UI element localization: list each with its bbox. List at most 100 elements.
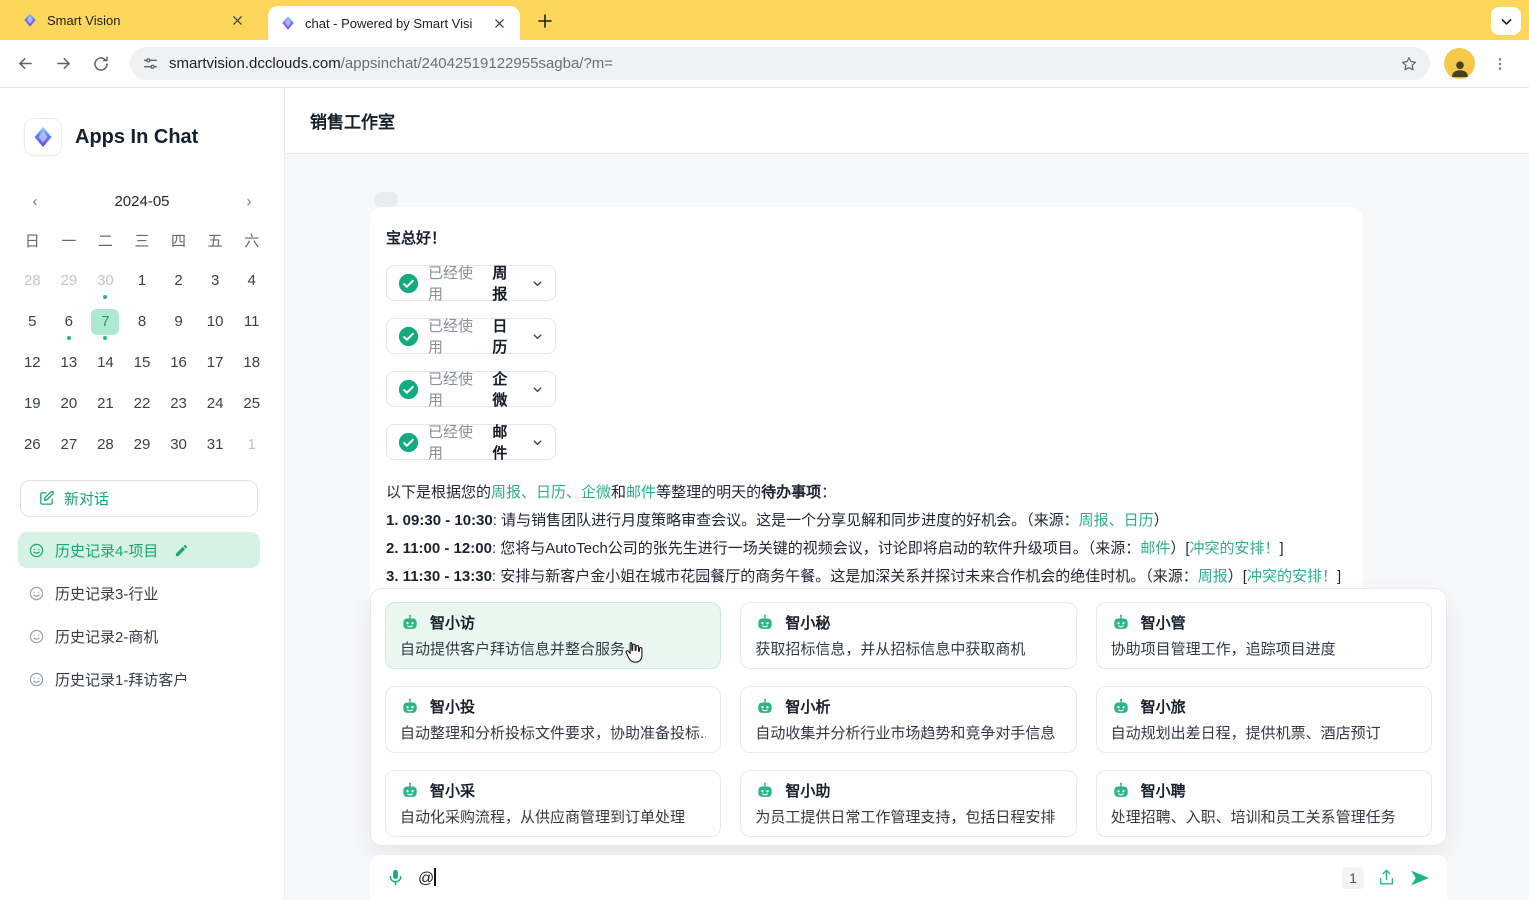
calendar-day[interactable]: 26 [14,428,51,461]
source-link[interactable]: 冲突的安排！ [1247,568,1337,585]
message-input-text[interactable]: @ [418,868,436,888]
todo-text: 等整理的明天的 [656,484,761,501]
calendar-day[interactable]: 24 [197,387,234,420]
agent-card-智小助[interactable]: 智小助 为员工提供日常工作管理支持，包括日程安排 [740,770,1076,837]
source-link[interactable]: 邮件 [1140,540,1170,557]
calendar-day[interactable]: 3 [197,264,234,297]
upload-icon[interactable] [1377,868,1396,887]
source-link[interactable]: 邮件 [626,484,656,501]
source-link[interactable]: 冲突的安排！ [1190,540,1280,557]
forward-button[interactable] [48,49,78,79]
new-chat-button[interactable]: 新对话 [20,480,258,517]
robot-icon [400,613,420,633]
calendar-day[interactable]: 5 [14,305,51,338]
tab-close-icon[interactable] [228,11,246,29]
calendar-next-icon[interactable]: › [236,188,262,214]
calendar-weekday: 三 [124,228,161,256]
tab-search-button[interactable] [1491,7,1521,35]
back-button[interactable] [10,49,40,79]
calendar-day[interactable]: 21 [87,387,124,420]
calendar-day[interactable]: 31 [197,428,234,461]
chevron-down-icon[interactable] [531,330,544,343]
edit-pencil-icon[interactable] [174,543,189,558]
agent-card-智小管[interactable]: 智小管 协助项目管理工作，追踪项目进度 [1096,602,1432,669]
url-bar[interactable]: smartvision.dcclouds.com/appsinchat/2404… [130,47,1430,80]
calendar-day[interactable]: 8 [124,305,161,338]
agent-name: 智小采 [430,780,475,801]
tab-chat-active[interactable]: chat - Powered by Smart Visi [268,6,520,40]
calendar-day[interactable]: 13 [51,346,88,379]
calendar-day[interactable]: 28 [87,428,124,461]
agent-card-智小旅[interactable]: 智小旅 自动规划出差日程，提供机票、酒店预订 [1096,686,1432,753]
chevron-down-icon[interactable] [531,277,544,290]
status-pills: 已经使用 周报 已经使用 日历 已经使用 企微 已经使用 邮件 [386,265,1347,460]
calendar-day[interactable]: 23 [160,387,197,420]
calendar-day[interactable]: 1 [124,264,161,297]
agent-card-智小投[interactable]: 智小投 自动整理和分析投标文件要求，协助准备投标... [385,686,721,753]
todo-list: 1. 09:30 - 10:30: 请与销售团队进行月度策略审查会议。这是一个分… [386,507,1347,591]
calendar-day[interactable]: 1 [233,428,270,461]
agent-card-智小访[interactable]: 智小访 自动提供客户拜访信息并整合服务 [385,602,721,669]
chevron-down-icon[interactable] [531,383,544,396]
calendar-day[interactable]: 19 [14,387,51,420]
agent-card-智小析[interactable]: 智小析 自动收集并分析行业市场趋势和竞争对手信息 [740,686,1076,753]
calendar-day[interactable]: 30 [87,264,124,297]
calendar-day[interactable]: 22 [124,387,161,420]
agent-card-智小聘[interactable]: 智小聘 处理招聘、入职、培训和员工关系管理任务 [1096,770,1432,837]
chat-bubble-icon [28,585,45,602]
browser-toolbar: smartvision.dcclouds.com/appsinchat/2404… [0,40,1529,88]
calendar-day[interactable]: 6 [51,305,88,338]
send-icon[interactable] [1409,867,1431,889]
calendar-day[interactable]: 12 [14,346,51,379]
calendar-day[interactable]: 18 [233,346,270,379]
agent-card-智小采[interactable]: 智小采 自动化采购流程，从供应商管理到订单处理 [385,770,721,837]
bookmark-star-icon[interactable] [1400,55,1418,73]
source-link[interactable]: 周报、日历 [1079,512,1154,529]
site-settings-icon[interactable] [142,55,159,72]
calendar-day[interactable]: 27 [51,428,88,461]
calendar-day[interactable]: 30 [160,428,197,461]
calendar-day[interactable]: 11 [233,305,270,338]
calendar-day[interactable]: 10 [197,305,234,338]
chevron-down-icon[interactable] [531,436,544,449]
used-tool-pill[interactable]: 已经使用 日历 [386,318,556,354]
calendar-day[interactable]: 29 [124,428,161,461]
profile-avatar[interactable] [1444,48,1475,79]
calendar-day[interactable]: 20 [51,387,88,420]
history-item-4[interactable]: 历史记录4-项目 [18,532,260,568]
calendar-day[interactable]: 15 [124,346,161,379]
used-tool-pill[interactable]: 已经使用 企微 [386,371,556,407]
tab-title: chat - Powered by Smart Visi [305,16,481,31]
used-tool-pill[interactable]: 已经使用 邮件 [386,424,556,460]
tab-close-icon[interactable] [490,14,508,32]
source-link[interactable]: 周报、日历、企微 [491,484,611,501]
check-circle-icon [398,379,419,400]
calendar-day[interactable]: 9 [160,305,197,338]
source-link[interactable]: 周报 [1198,568,1228,585]
agent-name: 智小秘 [785,612,830,633]
calendar-day-selected[interactable]: 7 [87,305,124,338]
calendar-event-dot [103,295,107,299]
tab-smart-vision[interactable]: Smart Vision [10,0,258,40]
calendar-weekday: 五 [197,228,234,256]
microphone-icon[interactable] [386,868,405,887]
todo-line: 1. 09:30 - 10:30: 请与销售团队进行月度策略审查会议。这是一个分… [386,507,1347,535]
calendar-day[interactable]: 17 [197,346,234,379]
calendar-day[interactable]: 16 [160,346,197,379]
history-item-1[interactable]: 历史记录1-拜访客户 [18,661,260,697]
calendar-day[interactable]: 28 [14,264,51,297]
calendar-day[interactable]: 25 [233,387,270,420]
calendar-day[interactable]: 2 [160,264,197,297]
calendar-day[interactable]: 14 [87,346,124,379]
history-item-3[interactable]: 历史记录3-行业 [18,575,260,611]
browser-menu-icon[interactable] [1487,51,1513,77]
new-tab-button[interactable] [532,8,558,34]
calendar-day[interactable]: 29 [51,264,88,297]
calendar-prev-icon[interactable]: ‹ [22,188,48,214]
agent-card-智小秘[interactable]: 智小秘 获取招标信息，并从招标信息中获取商机 [740,602,1076,669]
reload-button[interactable] [86,49,116,79]
history-item-2[interactable]: 历史记录2-商机 [18,618,260,654]
calendar-day[interactable]: 4 [233,264,270,297]
used-tool-pill[interactable]: 已经使用 周报 [386,265,556,301]
message-input-bar[interactable]: @ 1 [370,855,1447,900]
